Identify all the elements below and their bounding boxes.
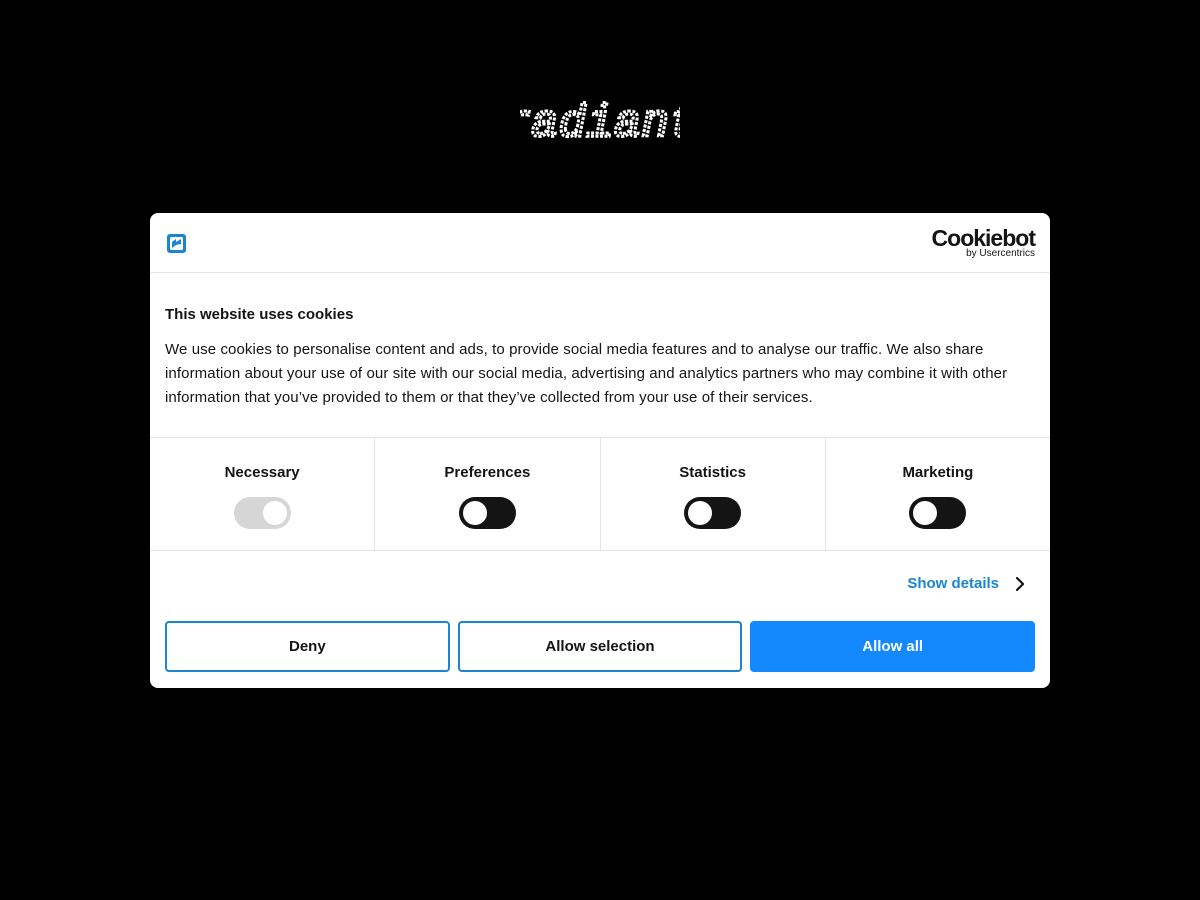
marketing-toggle[interactable] [909,497,967,529]
allow-selection-button[interactable]: Allow selection [457,621,743,672]
consent-label-preferences: Preferences [444,464,531,481]
toggle-knob [913,501,938,525]
show-details-link[interactable]: Show details [907,575,1025,593]
consent-label-statistics: Statistics [679,464,746,481]
consent-label-necessary: Necessary [224,464,300,481]
toggle-knob [262,501,287,525]
radiant-logo: radiant [0,96,1200,151]
dialog-body: This website uses cookies We use cookies… [150,273,1050,438]
deny-button[interactable]: Deny [165,621,450,672]
chevron-right-icon [1015,576,1025,592]
page: radiant Cookiebot by Usercentrics This w… [0,0,1200,900]
consent-category-preferences: Preferences [375,438,601,550]
consent-category-necessary: Necessary [150,438,376,550]
cookiebot-logo-name: Cookiebot [931,225,1036,251]
site-logo-icon [167,234,186,253]
cookie-consent-dialog: Cookiebot by Usercentrics This website u… [150,213,1050,688]
allow-all-button[interactable]: Allow all [750,621,1036,672]
show-details-label: Show details [907,575,999,592]
dialog-text: We use cookies to personalise content an… [165,341,1008,406]
statistics-toggle[interactable] [684,497,742,529]
necessary-toggle [233,497,291,529]
dialog-header: Cookiebot by Usercentrics [150,213,1050,273]
toggle-knob [688,501,713,525]
details-row: Show details [150,551,1050,618]
button-row: Deny Allow selection Allow all [165,621,1036,672]
radiant-logo-icon: radiant [520,97,680,147]
toggle-knob [462,501,487,525]
consent-categories: Necessary Preferences Statistics Marketi… [150,438,1050,551]
consent-category-marketing: Marketing [826,438,1050,550]
cookiebot-logo: Cookiebot by Usercentrics [931,225,1036,259]
dialog-title: This website uses cookies [165,306,354,323]
consent-category-statistics: Statistics [601,438,826,550]
preferences-toggle[interactable] [458,497,516,529]
radiant-logo-text: radiant [520,98,680,146]
consent-label-marketing: Marketing [902,464,974,481]
